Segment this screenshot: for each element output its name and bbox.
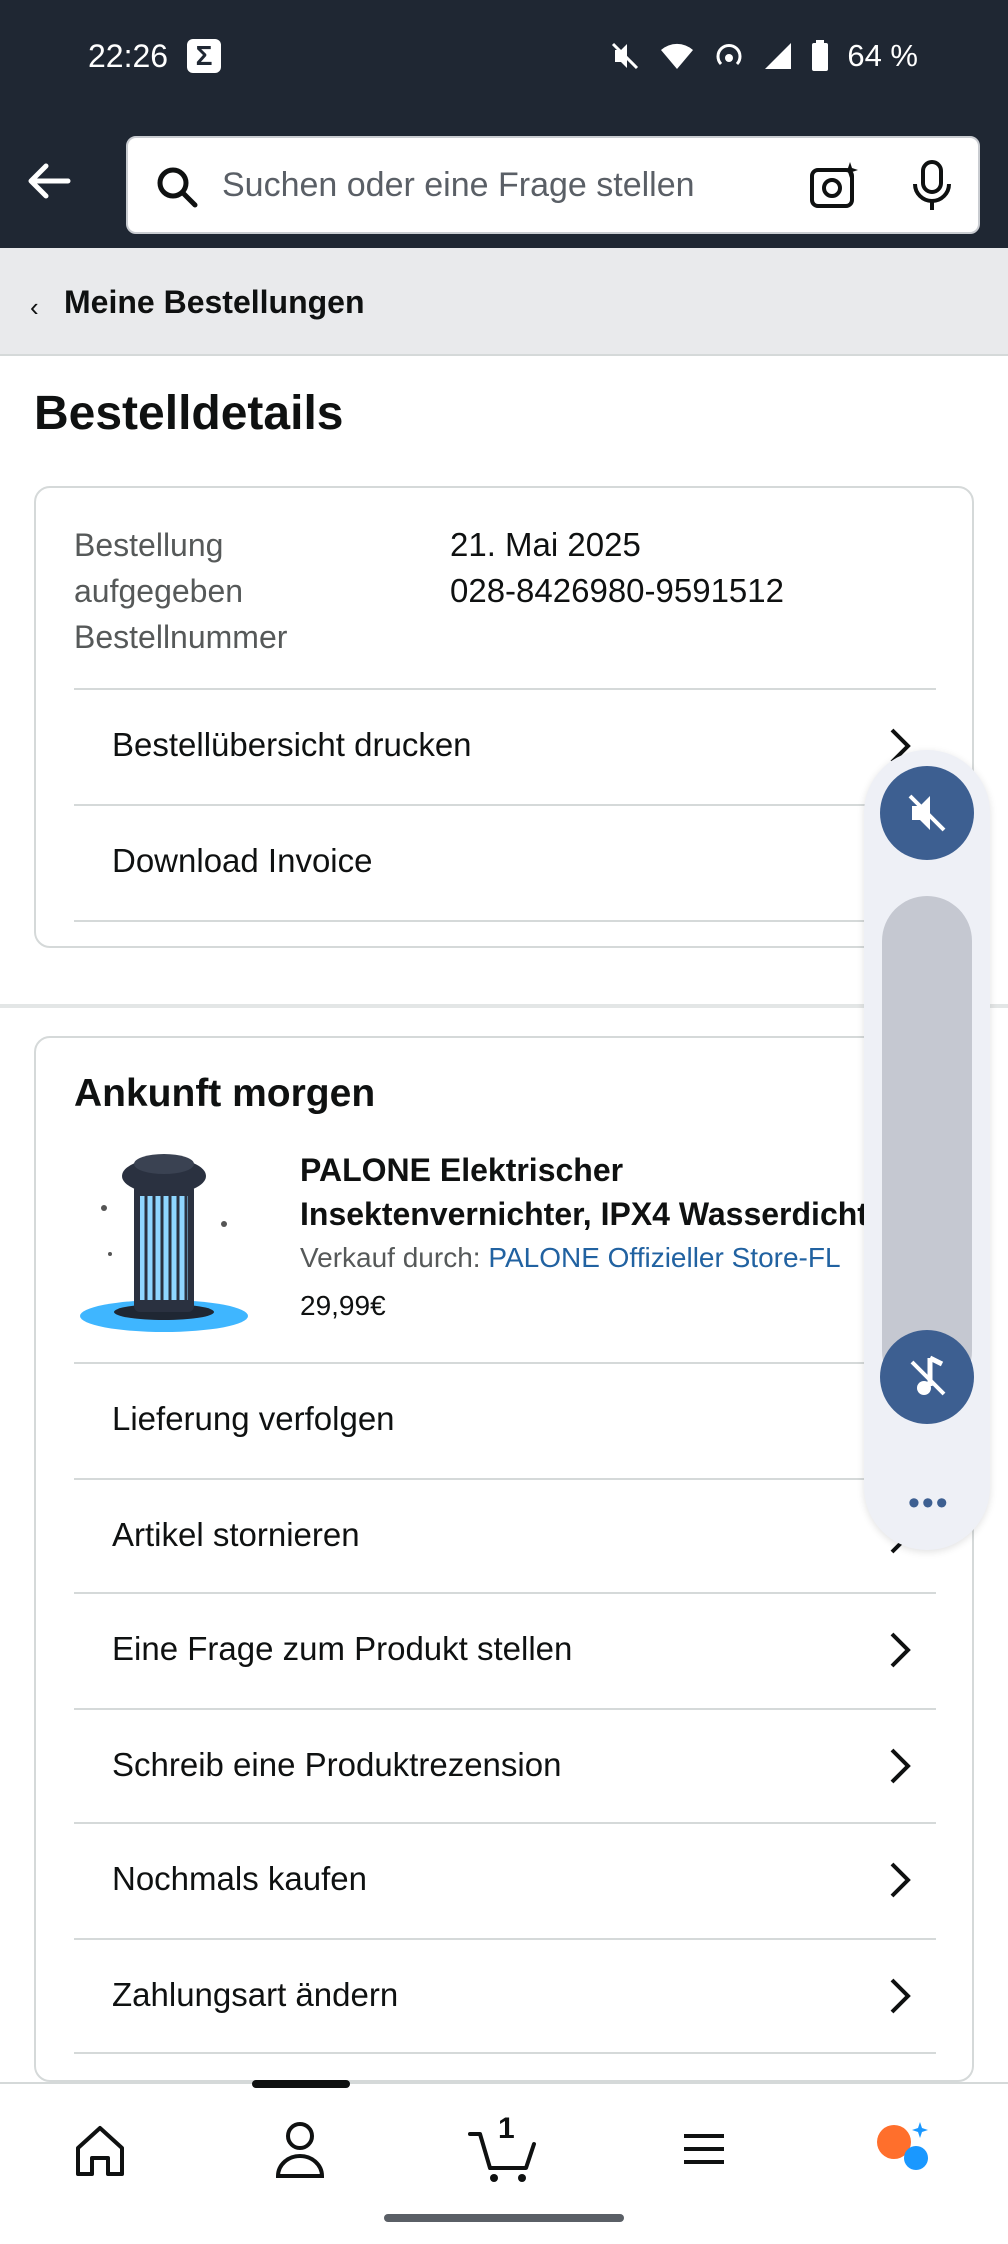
media-mute-button[interactable]: [880, 1330, 974, 1424]
row-label: Zahlungsart ändern: [112, 1976, 399, 2013]
back-arrow-icon[interactable]: [24, 156, 74, 206]
chevron-right-icon: [890, 1862, 911, 1898]
menu-icon: [684, 2134, 724, 2164]
order-labels: Bestellung aufgegeben Bestellnummer: [74, 522, 334, 660]
row-label: Eine Frage zum Produkt stellen: [112, 1630, 573, 1667]
order-number: 028-8426980-9591512: [450, 572, 784, 609]
nav-home[interactable]: [60, 2114, 140, 2184]
ringer-mode-button[interactable]: [880, 766, 974, 860]
product-name[interactable]: PALONE Elektrischer Insektenvernichter, …: [300, 1148, 900, 1236]
volume-panel: •••: [864, 750, 990, 1550]
track-delivery-row[interactable]: Lieferung verfolgen: [74, 1362, 936, 1476]
order-placed-label-1: Bestellung: [74, 527, 224, 563]
active-tab-indicator: [252, 2080, 350, 2088]
order-placed-label-2: aufgegeben: [74, 573, 244, 609]
signal-icon: [765, 43, 792, 69]
search-placeholder: Suchen oder eine Frage stellen: [222, 166, 695, 204]
search-icon: [157, 167, 198, 208]
chevron-right-icon: [890, 1748, 911, 1784]
order-info-card: Bestellung aufgegeben Bestellnummer 21. …: [34, 486, 974, 948]
more-options-icon[interactable]: •••: [908, 1484, 950, 1523]
camera-search-icon[interactable]: [808, 160, 860, 212]
nav-menu[interactable]: [664, 2114, 744, 2184]
hotspot-icon: [716, 44, 742, 66]
gesture-bar: [384, 2214, 624, 2222]
status-bar: 22:26 Σ 64 %: [0, 0, 1008, 120]
buy-again-row[interactable]: Nochmals kaufen: [74, 1822, 936, 1936]
battery-level: 64 %: [847, 38, 918, 73]
order-values: 21. Mai 2025 028-8426980-9591512: [450, 522, 784, 614]
download-invoice-row[interactable]: Download Invoice: [74, 804, 936, 918]
cancel-item-row[interactable]: Artikel stornieren: [74, 1478, 936, 1592]
battery-icon: [812, 40, 829, 71]
cart-count: 1: [498, 2112, 515, 2145]
bottom-navigation: 1: [0, 2080, 1008, 2244]
shipment-card: Ankunft morgen PALONE Elektrischer Insek…: [34, 1036, 974, 2082]
write-review-row[interactable]: Schreib eine Produktrezension: [74, 1708, 936, 1822]
row-label: Artikel stornieren: [112, 1516, 360, 1553]
row-label: Bestellübersicht drucken: [112, 726, 472, 763]
search-input[interactable]: Suchen oder eine Frage stellen: [126, 136, 980, 234]
nav-account[interactable]: [260, 2114, 340, 2184]
change-payment-row[interactable]: Zahlungsart ändern: [74, 1938, 936, 2052]
seller-prefix: Verkauf durch:: [300, 1242, 489, 1273]
product-image[interactable]: [74, 1144, 254, 1334]
seller-info: Verkauf durch: PALONE Offizieller Store-…: [300, 1242, 841, 1274]
nav-assistant[interactable]: [866, 2114, 946, 2184]
page-title: Bestelldetails: [34, 387, 344, 440]
wifi-icon: [661, 43, 694, 69]
music-off-icon: [910, 1355, 946, 1396]
home-icon: [76, 2126, 124, 2176]
seller-link[interactable]: PALONE Offizieller Store-FL: [488, 1242, 840, 1273]
row-label: Nochmals kaufen: [112, 1860, 367, 1897]
vibrate-mute-icon: [908, 794, 946, 832]
row-label: Lieferung verfolgen: [112, 1400, 395, 1437]
status-icons: 64 %: [609, 38, 918, 74]
chevron-right-icon: [890, 1632, 911, 1668]
microphone-icon[interactable]: [910, 160, 954, 212]
volume-slider[interactable]: [882, 896, 972, 1396]
breadcrumb[interactable]: ‹ Meine Bestellungen: [0, 248, 1008, 356]
sigma-notification-icon: Σ: [187, 39, 221, 73]
rufus-assistant-icon: [877, 2122, 928, 2170]
order-number-label: Bestellnummer: [74, 619, 288, 655]
order-date: 21. Mai 2025: [450, 526, 641, 563]
row-divider: [74, 920, 936, 922]
nav-cart[interactable]: 1: [464, 2112, 544, 2184]
chevron-left-icon: ‹: [30, 292, 39, 322]
breadcrumb-label: Meine Bestellungen: [64, 284, 365, 320]
product-name-line-2: Insektenvernichter, IPX4 Wasserdicht: [300, 1196, 868, 1232]
section-divider: [0, 1004, 1008, 1008]
row-divider: [74, 2052, 936, 2054]
account-icon: [275, 2122, 325, 2178]
order-meta: Bestellung aufgegeben Bestellnummer 21. …: [74, 522, 934, 662]
status-time: 22:26: [88, 38, 169, 74]
vibrate-mute-icon: [612, 42, 639, 70]
row-label: Download Invoice: [112, 842, 373, 879]
row-label: Schreib eine Produktrezension: [112, 1746, 562, 1783]
product-price: 29,99€: [300, 1290, 386, 1321]
print-order-summary-row[interactable]: Bestellübersicht drucken: [74, 688, 936, 802]
search-header: Suchen oder eine Frage stellen: [0, 120, 1008, 248]
delivery-status-title: Ankunft morgen: [74, 1072, 376, 1115]
chevron-right-icon: [890, 1978, 911, 2014]
product-name-line-1: PALONE Elektrischer: [300, 1152, 624, 1188]
ask-product-question-row[interactable]: Eine Frage zum Produkt stellen: [74, 1592, 936, 1706]
